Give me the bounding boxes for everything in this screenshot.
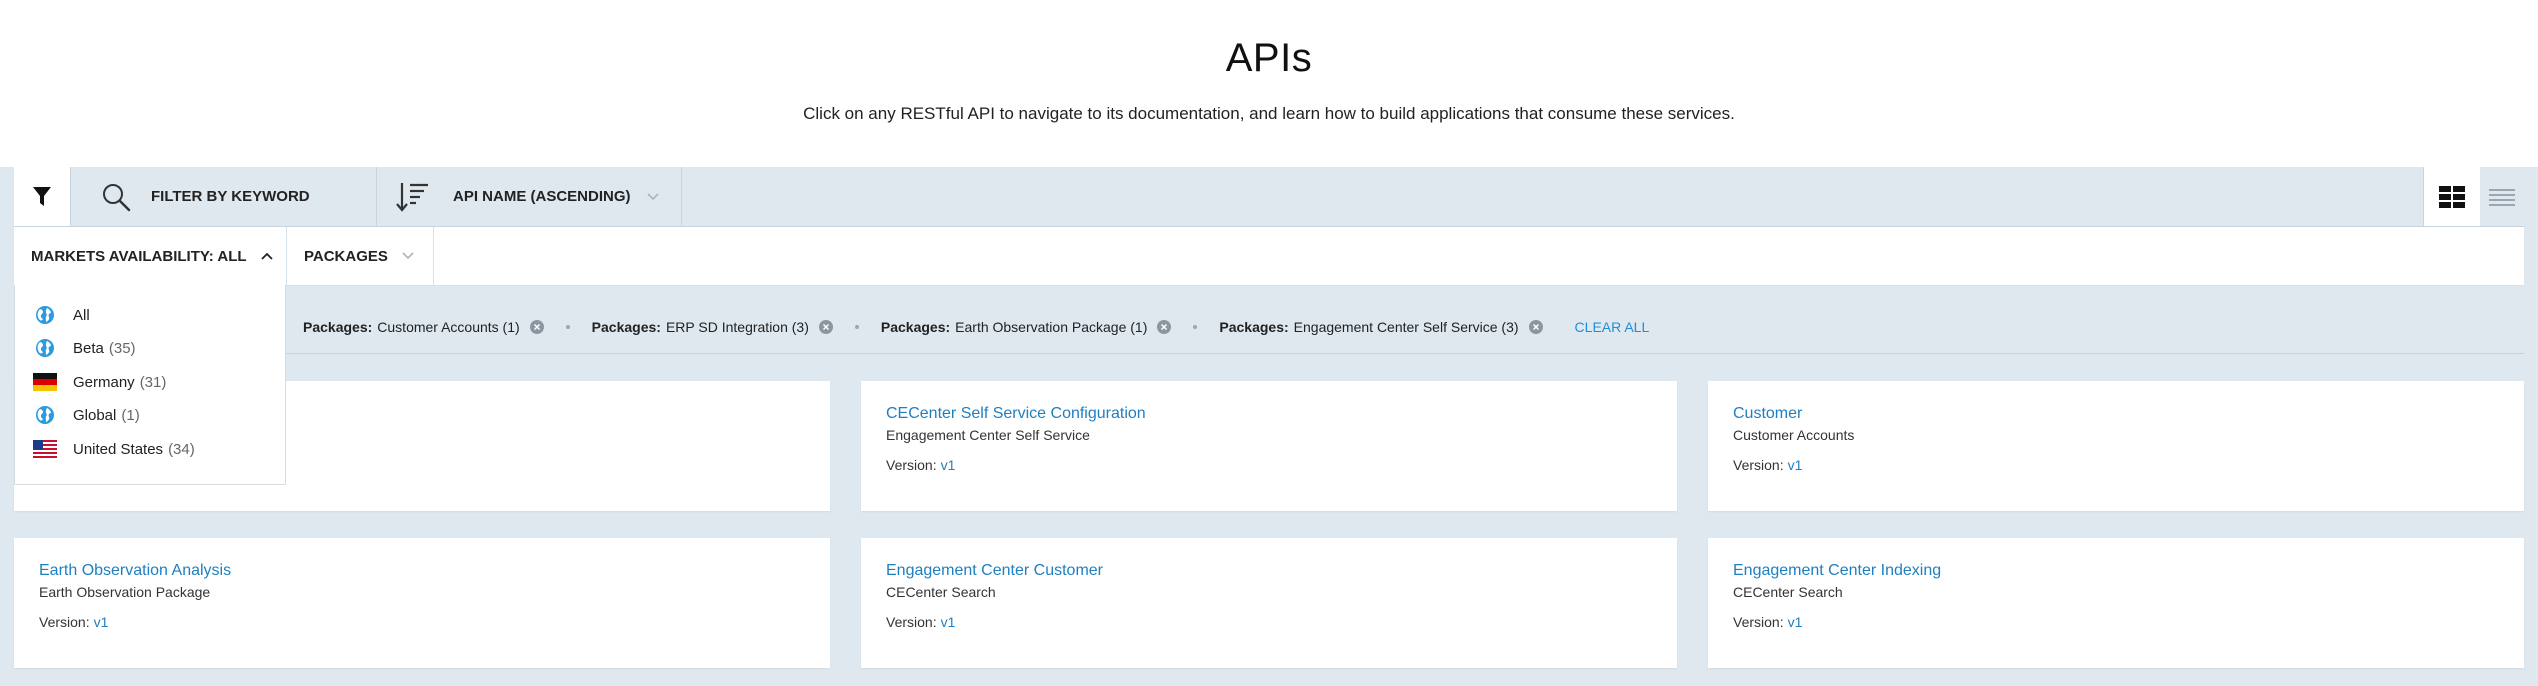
filter-toggle-button[interactable] (14, 167, 71, 226)
api-name-link[interactable]: Earth Observation Analysis (39, 562, 231, 580)
chip-value: Customer Accounts (1) (377, 319, 520, 335)
chip-key: Packages: (880, 319, 951, 335)
filter-chip: Packages: Customer Accounts (1) (303, 319, 544, 335)
market-option-germany[interactable]: Germany (31) (33, 371, 166, 393)
chip-value: Engagement Center Self Service (3) (1293, 319, 1519, 335)
chip-separator (1193, 325, 1198, 329)
api-catalog: API NAME (ASCENDING) (0, 167, 2538, 686)
api-card[interactable]: Earth Observation Analysis Earth Observa… (14, 538, 830, 668)
version-value: v1 (940, 457, 956, 473)
grid-view-icon (2439, 185, 2465, 208)
chip-key: Packages: (1219, 319, 1289, 335)
api-package: Earth Observation Package (39, 584, 211, 600)
api-name-link[interactable]: Engagement Center Indexing (1733, 562, 1941, 580)
version-label: Version: (886, 457, 937, 473)
active-filters: Packages: Customer Accounts (1) Packages… (303, 309, 1649, 345)
chip-key: Packages: (591, 319, 661, 335)
page-subtitle: Click on any RESTful API to navigate to … (803, 104, 1735, 123)
api-package: Engagement Center Self Service (886, 427, 1090, 443)
version-label: Version: (39, 614, 90, 630)
api-card[interactable]: Customer Customer Accounts Version: v1 (1708, 381, 2524, 511)
clear-all-link[interactable]: CLEAR ALL (1575, 319, 1650, 335)
packages-filter[interactable]: PACKAGES (287, 227, 434, 285)
sort-descending-icon (396, 182, 428, 212)
api-package: CECenter Search (1733, 584, 1843, 600)
api-version: Version: v1 (886, 614, 955, 630)
api-name-link[interactable]: Customer (1733, 405, 1802, 423)
markets-availability-filter[interactable]: MARKETS AVAILABILITY: ALL (14, 227, 287, 285)
chip-separator (565, 325, 570, 329)
market-option-label: Beta (73, 339, 104, 357)
api-package: Customer Accounts (1733, 427, 1855, 443)
api-card[interactable]: CECenter Self Service Configuration Enga… (861, 381, 1677, 511)
grid-view-button[interactable] (2423, 167, 2480, 226)
version-label: Version: (1733, 614, 1784, 630)
api-name-link[interactable]: CECenter Self Service Configuration (886, 405, 1146, 423)
remove-chip-icon[interactable] (818, 320, 833, 334)
chevron-down-icon (402, 252, 414, 260)
filter-chip: Packages: Engagement Center Self Service… (1219, 319, 1543, 335)
api-version: Version: v1 (886, 457, 955, 473)
chevron-up-icon (260, 252, 273, 260)
filter-chip: Packages: ERP SD Integration (3) (592, 319, 833, 335)
sort-label: API NAME (ASCENDING) (453, 188, 631, 205)
flag-germany-icon (33, 372, 57, 392)
market-option-beta[interactable]: Beta (35) (33, 337, 136, 359)
page-title: APIs (1225, 36, 1313, 80)
market-option-united-states[interactable]: United States (34) (33, 438, 195, 460)
api-name-link[interactable]: Engagement Center Customer (886, 562, 1103, 580)
api-package: CECenter Search (886, 584, 996, 600)
version-label: Version: (1733, 457, 1784, 473)
market-option-count: (34) (168, 440, 195, 458)
markets-dropdown-menu: All Beta (35) Germany (31) Global (1) Un… (14, 285, 286, 485)
market-option-label: Germany (73, 373, 135, 391)
version-value: v1 (1787, 457, 1803, 473)
list-view-icon (2489, 188, 2515, 206)
packages-filter-label: PACKAGES (304, 247, 388, 265)
market-option-count: (31) (139, 373, 167, 391)
flag-us-icon (33, 439, 57, 459)
market-option-all[interactable]: All (33, 304, 95, 326)
remove-chip-icon[interactable] (1528, 320, 1543, 334)
market-option-label: Global (73, 406, 117, 424)
api-version: Version: v1 (1733, 457, 1802, 473)
api-version: Version: v1 (1733, 614, 1802, 630)
version-label: Version: (886, 614, 937, 630)
filter-chip: Packages: Earth Observation Package (1) (881, 319, 1172, 335)
globe-icon (33, 405, 57, 425)
chip-value: ERP SD Integration (3) (665, 319, 809, 335)
version-value: v1 (93, 614, 109, 630)
remove-chip-icon[interactable] (1157, 320, 1172, 334)
remove-chip-icon[interactable] (529, 320, 544, 334)
page-header: APIs Click on any RESTful API to navigat… (0, 0, 2538, 167)
search-box[interactable] (71, 167, 377, 226)
toolbar: API NAME (ASCENDING) (14, 167, 2524, 227)
globe-icon (33, 338, 57, 358)
chip-value: Earth Observation Package (1) (955, 319, 1148, 335)
chevron-down-icon (646, 192, 659, 200)
globe-icon (33, 305, 57, 325)
chip-separator (854, 325, 859, 329)
market-option-label: United States (73, 440, 164, 458)
chip-key: Packages: (303, 319, 373, 335)
api-card[interactable]: Engagement Center Customer CECenter Sear… (861, 538, 1677, 668)
market-option-count: (1) (121, 406, 140, 424)
list-view-button[interactable] (2480, 167, 2524, 226)
api-version: Version: v1 (39, 614, 108, 630)
markets-filter-label: MARKETS AVAILABILITY: ALL (31, 247, 247, 265)
divider (14, 353, 2524, 354)
funnel-icon (33, 186, 51, 206)
version-value: v1 (1787, 614, 1803, 630)
api-card[interactable]: Engagement Center Indexing CECenter Sear… (1708, 538, 2524, 668)
version-value: v1 (940, 614, 956, 630)
market-option-label: All (73, 306, 90, 324)
market-option-count: (35) (108, 339, 136, 357)
market-option-global[interactable]: Global (1) (33, 404, 140, 426)
search-icon (103, 183, 131, 211)
sort-dropdown[interactable]: API NAME (ASCENDING) (377, 167, 682, 226)
filter-bar: MARKETS AVAILABILITY: ALL PACKAGES (14, 227, 2524, 286)
search-input[interactable] (149, 187, 373, 206)
